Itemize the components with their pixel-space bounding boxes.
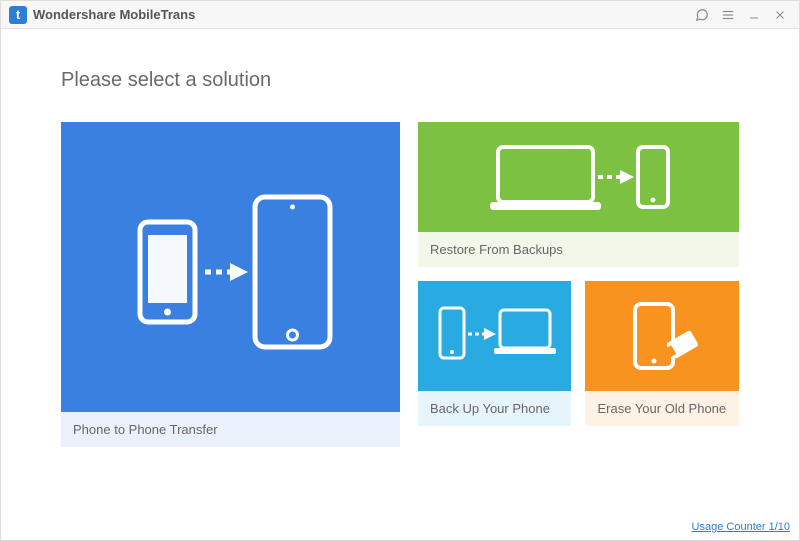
usage-counter-link[interactable]: Usage Counter 1/10	[692, 521, 790, 533]
app-title: Wondershare MobileTrans	[33, 7, 195, 22]
titlebar: t Wondershare MobileTrans	[1, 1, 799, 29]
tile-restore[interactable]: Restore From Backups	[418, 122, 739, 267]
tile-erase-label: Erase Your Old Phone	[585, 391, 739, 426]
minimize-button[interactable]	[743, 4, 765, 26]
tile-restore-label: Restore From Backups	[418, 232, 739, 267]
feedback-icon[interactable]	[691, 4, 713, 26]
footer: Usage Counter 1/10	[692, 517, 790, 535]
backup-icon	[418, 281, 572, 391]
menu-icon[interactable]	[717, 4, 739, 26]
page-heading: Please select a solution	[61, 69, 739, 92]
close-button[interactable]	[769, 4, 791, 26]
erase-icon	[585, 281, 739, 391]
app-logo-icon: t	[9, 6, 27, 24]
tile-backup[interactable]: Back Up Your Phone	[418, 281, 572, 426]
tile-erase[interactable]: Erase Your Old Phone	[585, 281, 739, 426]
tile-backup-label: Back Up Your Phone	[418, 391, 572, 426]
tile-phone-to-phone-label: Phone to Phone Transfer	[61, 412, 400, 447]
phone-to-phone-icon	[61, 122, 400, 412]
main-content: Please select a solution	[1, 29, 799, 447]
restore-icon	[418, 122, 739, 232]
tile-phone-to-phone[interactable]: Phone to Phone Transfer	[61, 122, 400, 447]
